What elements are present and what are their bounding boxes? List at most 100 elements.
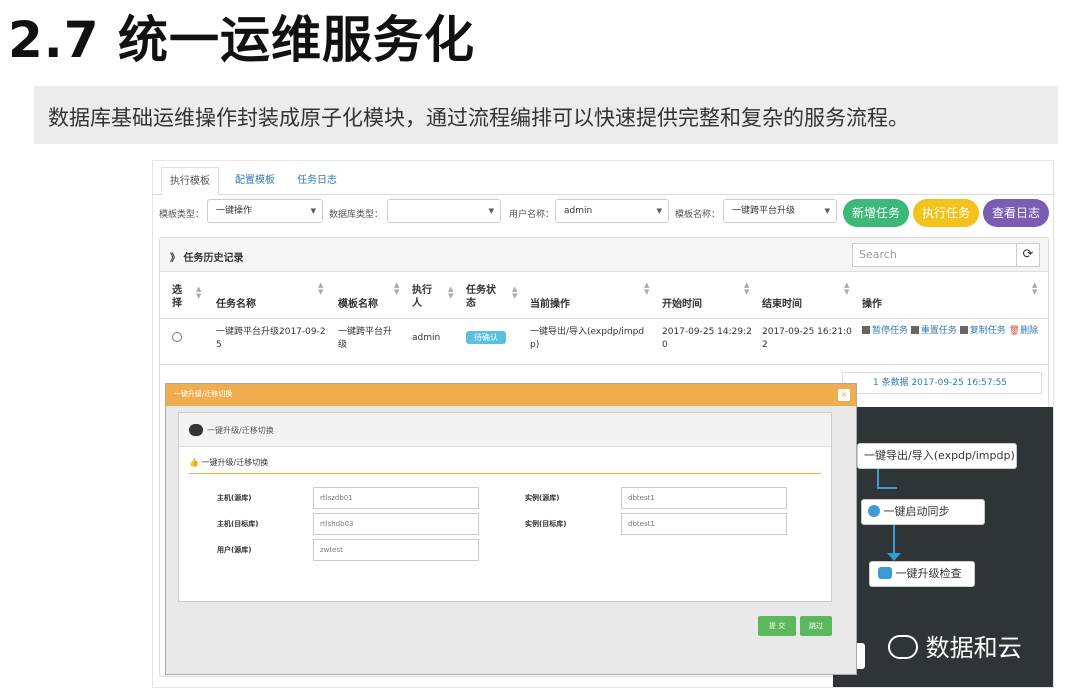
modal-header: 一键升级/迁移切换 × [166,384,856,406]
modal-body: 一键升级/迁移切换 👍 一键升级/迁移切换 主机(源库) rtlszdb01 主… [166,406,856,674]
refresh-icon[interactable]: ⟳ [1016,243,1040,267]
close-icon[interactable]: × [838,389,850,401]
target-host-input[interactable]: rtlshdb03 [313,513,479,535]
modal-title: 一键升级/迁移切换 [174,390,233,398]
source-instance-label: 实例(源库) [525,494,560,502]
header-divider [160,318,1048,319]
flow-step-export-import[interactable]: 一键导出/导入(expdp/impdp) [857,443,1017,469]
sort-icon[interactable]: ▲ ▼ [644,282,649,296]
row-divider [160,364,1048,365]
cloud-icon [878,567,892,579]
watermark-text: 数据和云 [925,634,1022,662]
sort-icon[interactable]: ▲ ▼ [1032,282,1037,296]
source-user-input[interactable]: zwtest [313,539,479,561]
template-name-value: 一键跨平台升级 [732,206,796,216]
template-name-label: 模板名称： [675,210,721,220]
user-name-label: 用户名称： [509,210,555,220]
slide-title: 2.7 统一运维服务化 [8,11,475,69]
source-instance-input[interactable]: dbtest1 [621,487,787,509]
app-window: 执行模板 配置模板 任务日志 模板类型： 一键操作 ▼ 数据库类型： ▼ 用户名… [152,160,1054,688]
tab-config-template[interactable]: 配置模板 [227,167,283,195]
status-badge: 待确认 [466,331,506,344]
chevron-down-icon: ▼ [656,207,662,215]
flow-arrow [877,487,897,489]
header-task-name[interactable]: 任务名称 [216,298,256,311]
row-actions: 暂停任务 重置任务 复制任务 🗑删除 [862,324,1048,338]
watermark: 数据和云 [888,628,1022,668]
section-divider [189,473,821,474]
panel-header: 》 任务历史记录 Search ⟳ [160,238,1048,272]
sync-icon [868,505,880,517]
new-task-button[interactable]: 新增任务 [843,199,909,227]
sort-icon[interactable]: ▲ ▼ [196,286,201,300]
source-user-label: 用户(源库) [217,546,252,554]
submit-button[interactable]: 提 交 [758,616,796,636]
template-type-label: 模板类型： [159,210,205,220]
pause-icon [862,326,870,334]
sort-icon[interactable]: ▲ ▼ [512,286,517,300]
slide-subtitle: 数据库基础运维操作封装成原子化模块，通过流程编排可以快速提供完整和复杂的服务流程… [48,106,909,130]
header-template-name[interactable]: 模板名称 [338,298,378,311]
target-instance-label: 实例(目标库) [525,520,567,528]
flow-arrow [877,469,879,489]
template-type-select[interactable]: 一键操作 ▼ [207,199,323,223]
flow-step-start-sync[interactable]: 一键启动同步 [861,499,985,525]
row-radio[interactable] [172,332,182,342]
db-type-select[interactable]: ▼ [387,199,501,223]
skip-button[interactable]: 跳过 [800,616,832,636]
section-title-label: 一键升级/迁移切换 [201,458,269,467]
header-start-time[interactable]: 开始时间 [662,298,702,311]
wechat-icon [888,635,918,659]
user-name-value: admin [564,206,593,216]
trash-icon: 🗑 [1008,326,1021,336]
home-icon [189,424,203,436]
source-host-input[interactable]: rtlszdb01 [313,487,479,509]
search-input[interactable]: Search [852,243,1022,267]
cell-current-op: 一键导出/导入(expdp/impd p) [530,327,645,350]
target-instance-input[interactable]: dbtest1 [621,513,787,535]
tab-task-log[interactable]: 任务日志 [289,167,345,195]
reset-task-link[interactable]: 重置任务 [921,326,957,336]
form-card-header: 一键升级/迁移切换 [179,413,831,447]
header-select: 选 择 [172,285,182,309]
view-log-button[interactable]: 查看日志 [983,199,1049,227]
run-task-button[interactable]: 执行任务 [913,199,979,227]
flow-step-upgrade-check-label: 一键升级检查 [895,567,962,580]
sort-icon[interactable]: ▲ ▼ [318,282,323,296]
delete-task-link[interactable]: 删除 [1020,326,1038,336]
pause-task-link[interactable]: 暂停任务 [872,326,908,336]
cell-end-time: 2017-09-25 16:21:0 2 [762,327,852,350]
header-executor[interactable]: 执行 人 [412,284,432,310]
sort-icon[interactable]: ▲ ▼ [844,282,849,296]
header-status[interactable]: 任务状 态 [466,284,496,310]
chevron-down-icon: ▼ [310,207,316,215]
header-end-time[interactable]: 结束时间 [762,298,802,311]
chevron-down-icon: ▼ [824,207,830,215]
thumbs-up-icon: 👍 [189,458,199,467]
section-title: 👍 一键升级/迁移切换 [189,457,268,468]
user-name-select[interactable]: admin ▼ [555,199,669,223]
chevron-down-icon: ▼ [488,207,494,215]
table-footer-info: 1 条数据 2017-09-25 16:57:55 [842,372,1042,394]
flow-step-start-sync-label: 一键启动同步 [883,505,950,518]
target-host-label: 主机(目标库) [217,520,259,528]
tab-divider [153,194,1053,195]
copy-task-link[interactable]: 复制任务 [970,326,1006,336]
sort-icon[interactable]: ▲ ▼ [394,282,399,296]
template-name-select[interactable]: 一键跨平台升级 ▼ [723,199,837,223]
db-type-label: 数据库类型： [329,210,384,220]
cell-template-name: 一键跨平台升 级 [338,327,393,350]
form-card-title: 一键升级/迁移切换 [207,426,274,435]
cell-task-name: 一键跨平台升级2017-09-2 5 [216,327,326,350]
copy-icon [959,326,968,334]
sort-icon[interactable]: ▲ ▼ [744,282,749,296]
flow-arrowhead [887,553,901,561]
source-host-label: 主机(源库) [217,494,252,502]
flow-step-upgrade-check[interactable]: 一键升级检查 [869,561,975,587]
cell-start-time: 2017-09-25 14:29:2 0 [662,327,752,350]
sort-icon[interactable]: ▲ ▼ [448,286,453,300]
cell-executor: admin [412,333,441,343]
header-current-op[interactable]: 当前操作 [530,298,570,311]
reset-icon [910,326,919,334]
tab-execute-template[interactable]: 执行模板 [161,167,219,195]
